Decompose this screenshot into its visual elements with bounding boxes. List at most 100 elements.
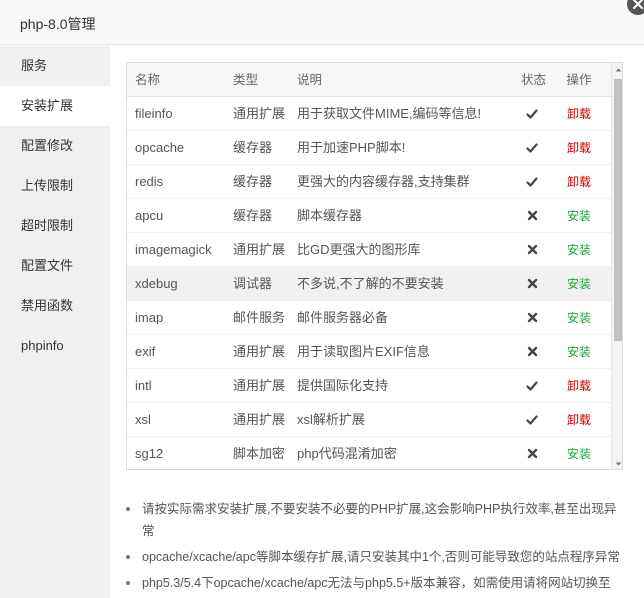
bullet-icon — [126, 555, 130, 559]
header-type: 类型 — [233, 73, 259, 87]
extension-name: xdebug — [135, 276, 178, 291]
extension-name: imagemagick — [135, 242, 212, 257]
extension-type: 缓存器 — [233, 174, 273, 189]
table-scrollbar[interactable] — [611, 63, 622, 469]
extension-type: 脚本加密 — [233, 446, 286, 461]
extension-description: 邮件服务器必备 — [297, 310, 389, 325]
scroll-up-arrow-icon[interactable] — [612, 63, 622, 77]
note-text: php5.3/5.4下opcache/xcache/apc无法与php5.5+版… — [142, 576, 611, 590]
uninstall-button[interactable]: 卸载 — [559, 131, 599, 165]
bullet-icon — [126, 581, 130, 585]
extension-name: fileinfo — [135, 106, 173, 121]
sidebar-item-service[interactable]: 服务 — [0, 46, 110, 86]
sidebar-item-config-file[interactable]: 配置文件 — [0, 246, 110, 286]
dialog-title: php-8.0管理 — [20, 16, 96, 32]
header-status: 状态 — [521, 73, 547, 87]
table-row: xdebug 调试器 不多说,不了解的不要安装 安装 — [127, 267, 622, 301]
extension-name: exif — [135, 344, 156, 359]
header-name: 名称 — [135, 73, 161, 87]
sidebar-item-config-edit[interactable]: 配置修改 — [0, 126, 110, 166]
check-icon — [521, 165, 543, 199]
note-item: php5.3/5.4下opcache/xcache/apc无法与php5.5+版… — [126, 572, 626, 598]
cross-icon — [521, 267, 543, 301]
install-button[interactable]: 安装 — [559, 335, 599, 369]
extension-name: sg12 — [135, 446, 164, 461]
table-row: opcache 缓存器 用于加速PHP脚本! 卸载 — [127, 131, 622, 165]
table-row: xsl 通用扩展 xsl解析扩展 卸载 — [127, 403, 622, 437]
extension-description: 用于获取文件MIME,编码等信息! — [297, 106, 482, 121]
uninstall-button[interactable]: 卸载 — [559, 165, 599, 199]
uninstall-button[interactable]: 卸载 — [559, 97, 599, 131]
extensions-table: 名称 类型 说明 状态 操作 fileinfo 通用扩展 用于获取文件MIME,编码… — [126, 62, 623, 470]
check-icon — [521, 131, 543, 165]
sidebar: 服务 安装扩展 配置修改 上传限制 超时限制 配置文件 禁用函数 phpinfo — [0, 46, 110, 598]
close-icon[interactable] — [626, 0, 644, 16]
extension-description: 脚本缓存器 — [297, 208, 363, 223]
extension-type: 通用扩展 — [233, 412, 286, 427]
dialog-titlebar: php-8.0管理 — [0, 0, 644, 45]
extension-type: 通用扩展 — [233, 378, 286, 393]
table-body: fileinfo 通用扩展 用于获取文件MIME,编码等信息! 卸载 opcache 缓存… — [127, 97, 622, 469]
note-text: opcache/xcache/apc等脚本缓存扩展,请只安装其中1个,否则可能导… — [142, 550, 620, 564]
table-row: imap 邮件服务 邮件服务器必备 安装 — [127, 301, 622, 335]
cross-icon — [521, 233, 543, 267]
extension-description: 比GD更强大的图形库 — [297, 242, 421, 257]
uninstall-button[interactable]: 卸载 — [559, 403, 599, 437]
extension-name: imap — [135, 310, 164, 325]
extension-type: 通用扩展 — [233, 242, 286, 257]
extension-name: xsl — [135, 412, 151, 427]
sidebar-item-install-extensions[interactable]: 安装扩展 — [0, 86, 110, 126]
install-button[interactable]: 安装 — [559, 437, 599, 469]
check-icon — [521, 403, 543, 437]
header-operation: 操作 — [566, 73, 592, 87]
note-item: opcache/xcache/apc等脚本缓存扩展,请只安装其中1个,否则可能导… — [126, 546, 626, 568]
extension-description: 提供国际化支持 — [297, 378, 389, 393]
extension-description: 不多说,不了解的不要安装 — [297, 276, 444, 291]
extension-name: redis — [135, 174, 164, 189]
main-content: 名称 类型 说明 状态 操作 fileinfo 通用扩展 用于获取文件MIME,编码… — [110, 46, 644, 598]
extension-description: 用于加速PHP脚本! — [297, 140, 406, 155]
sidebar-item-disabled-functions[interactable]: 禁用函数 — [0, 286, 110, 326]
uninstall-button[interactable]: 卸载 — [559, 369, 599, 403]
php-manager-dialog: php-8.0管理 服务 安装扩展 配置修改 上传限制 超时限制 配置文件 禁用… — [0, 0, 644, 598]
table-row: redis 缓存器 更强大的内容缓存器,支持集群 卸载 — [127, 165, 622, 199]
sidebar-item-timeout-limit[interactable]: 超时限制 — [0, 206, 110, 246]
install-button[interactable]: 安装 — [559, 199, 599, 233]
extension-type: 调试器 — [233, 276, 273, 291]
table-row: fileinfo 通用扩展 用于获取文件MIME,编码等信息! 卸载 — [127, 97, 622, 131]
extension-type: 邮件服务 — [233, 310, 286, 325]
cross-icon — [521, 301, 543, 335]
extension-type: 通用扩展 — [233, 344, 286, 359]
extension-description: 更强大的内容缓存器,支持集群 — [297, 174, 470, 189]
scroll-down-arrow-icon[interactable] — [612, 457, 622, 469]
install-button[interactable]: 安装 — [559, 233, 599, 267]
table-header: 名称 类型 说明 状态 操作 — [127, 63, 622, 97]
notes-list: 请按实际需求安装扩展,不要安装不必要的PHP扩展,这会影响PHP执行效率,甚至出… — [126, 498, 626, 598]
extension-name: apcu — [135, 208, 164, 223]
check-icon — [521, 97, 543, 131]
check-icon — [521, 369, 543, 403]
extension-description: xsl解析扩展 — [297, 412, 365, 427]
table-row: imagemagick 通用扩展 比GD更强大的图形库 安装 — [127, 233, 622, 267]
cross-icon — [521, 199, 543, 233]
note-text: 请按实际需求安装扩展,不要安装不必要的PHP扩展,这会影响PHP执行效率,甚至出… — [142, 502, 617, 538]
cross-icon — [521, 437, 543, 469]
bullet-icon — [126, 507, 130, 511]
extension-description: 用于读取图片EXIF信息 — [297, 344, 430, 359]
extension-type: 缓存器 — [233, 140, 273, 155]
extension-description: php代码混淆加密 — [297, 446, 397, 461]
install-button[interactable]: 安装 — [559, 301, 599, 335]
sidebar-item-upload-limit[interactable]: 上传限制 — [0, 166, 110, 206]
table-row: sg12 脚本加密 php代码混淆加密 安装 — [127, 437, 622, 469]
install-button[interactable]: 安装 — [559, 267, 599, 301]
table-row: intl 通用扩展 提供国际化支持 卸载 — [127, 369, 622, 403]
sidebar-item-phpinfo[interactable]: phpinfo — [0, 326, 110, 366]
header-description: 说明 — [297, 73, 323, 87]
extension-type: 通用扩展 — [233, 106, 286, 121]
scrollbar-thumb[interactable] — [614, 79, 622, 341]
note-item: 请按实际需求安装扩展,不要安装不必要的PHP扩展,这会影响PHP执行效率,甚至出… — [126, 498, 626, 542]
extension-type: 缓存器 — [233, 208, 273, 223]
extension-name: opcache — [135, 140, 185, 155]
table-row: exif 通用扩展 用于读取图片EXIF信息 安装 — [127, 335, 622, 369]
table-row: apcu 缓存器 脚本缓存器 安装 — [127, 199, 622, 233]
